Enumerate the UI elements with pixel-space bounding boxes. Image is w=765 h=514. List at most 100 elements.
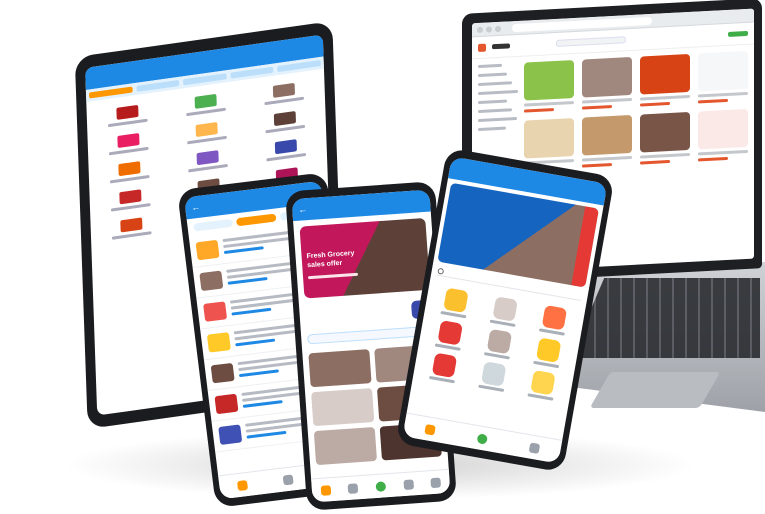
product-card: [582, 56, 632, 110]
product-card: [640, 111, 690, 165]
product-thumbnail: [195, 239, 220, 261]
promo-ribbon: [571, 206, 600, 288]
category-label-line: [483, 352, 510, 360]
cart-button: [728, 30, 748, 37]
product-card: [96, 130, 161, 157]
product-thumbnail: [218, 424, 243, 445]
category-link: [478, 63, 502, 69]
product-price-line: [235, 338, 275, 347]
product-card: [174, 119, 239, 146]
category-link: [478, 72, 508, 78]
offer-icon: [476, 432, 489, 445]
category-tile: [480, 294, 530, 329]
product-name-line: [108, 146, 149, 156]
product-image: [118, 189, 142, 205]
site-search-input: [556, 36, 626, 47]
product-card: [698, 50, 748, 104]
product-price-line: [698, 98, 728, 104]
category-photo: [308, 349, 372, 388]
product-image: [640, 111, 690, 153]
product-image: [117, 161, 141, 177]
category-photo: [313, 426, 377, 466]
category-label-line: [478, 384, 505, 393]
profile-icon: [430, 476, 442, 488]
product-price-line: [238, 369, 279, 378]
product-name-line: [698, 91, 748, 98]
device-mockup-scene: ← ← Fresh Grocery sales offer: [0, 0, 765, 514]
product-image: [582, 56, 632, 98]
cart-icon: [402, 478, 414, 490]
product-name-line: [640, 152, 690, 159]
product-thumbnail: [203, 301, 228, 322]
banner-subtitle-line: [307, 272, 359, 280]
back-arrow-icon: ←: [190, 201, 201, 213]
product-card: [97, 158, 162, 185]
product-name-line: [264, 96, 305, 106]
product-card: [173, 91, 238, 118]
category-label-line: [533, 360, 560, 369]
product-price-line: [582, 105, 612, 110]
product-name-line: [187, 135, 227, 145]
category-image: [443, 287, 469, 314]
category-tile: [425, 318, 475, 353]
product-card: [98, 186, 163, 213]
category-icon: [282, 473, 294, 486]
category-label-line: [440, 310, 467, 319]
delivery-illustration: [305, 296, 433, 331]
category-grid: [412, 279, 586, 410]
product-card: [582, 114, 632, 168]
product-card: [253, 108, 318, 135]
store-logo-icon: [478, 43, 486, 52]
category-tile: [431, 286, 481, 321]
category-link: [478, 89, 518, 96]
product-name-line: [188, 163, 228, 173]
product-price-line: [582, 163, 612, 168]
home-icon: [320, 484, 332, 496]
category-image: [486, 328, 513, 355]
category-link: [478, 108, 512, 114]
category-label-line: [434, 343, 461, 351]
product-card: [252, 80, 317, 107]
product-image: [196, 150, 219, 166]
product-thumbnail: [210, 362, 235, 384]
category-image: [492, 296, 518, 322]
product-image: [698, 50, 748, 92]
back-arrow-icon: ←: [297, 204, 308, 215]
product-image: [640, 53, 690, 95]
product-thumbnail: [214, 393, 239, 415]
promo-banner: Fresh Grocery sales offer: [299, 217, 431, 299]
product-image: [524, 117, 574, 159]
product-card: [524, 59, 574, 113]
phone-home-app-bar: ←: [291, 189, 431, 222]
product-name-line: [582, 97, 632, 104]
category-label-line: [527, 393, 554, 401]
search-icon: [437, 267, 445, 275]
product-card: [254, 136, 319, 163]
window-dot-icon: [495, 25, 501, 33]
product-price-line: [242, 400, 283, 408]
cart-icon: [528, 441, 540, 454]
category-label-line: [538, 328, 565, 336]
category-tile: [474, 327, 524, 362]
product-price-line: [640, 159, 670, 165]
home-icon: [424, 423, 437, 436]
category-tile: [523, 335, 573, 370]
category-image: [431, 352, 458, 379]
banner-title: Fresh Grocery sales offer: [306, 249, 355, 270]
bottom-nav: [311, 468, 451, 503]
product-price-line: [524, 108, 554, 113]
product-name-line: [266, 152, 307, 162]
category-image: [535, 337, 562, 363]
window-dot-icon: [486, 26, 492, 33]
product-thumbnail: [206, 332, 231, 353]
category-label-line: [428, 375, 456, 384]
product-price-line: [246, 430, 287, 439]
category-link: [478, 99, 507, 105]
product-name-line: [524, 100, 574, 107]
category-link: [478, 81, 513, 87]
product-image: [119, 217, 143, 233]
product-name-line: [698, 149, 748, 156]
product-price-line: [698, 156, 728, 162]
product-name-line: [107, 118, 148, 128]
product-image: [524, 59, 574, 101]
